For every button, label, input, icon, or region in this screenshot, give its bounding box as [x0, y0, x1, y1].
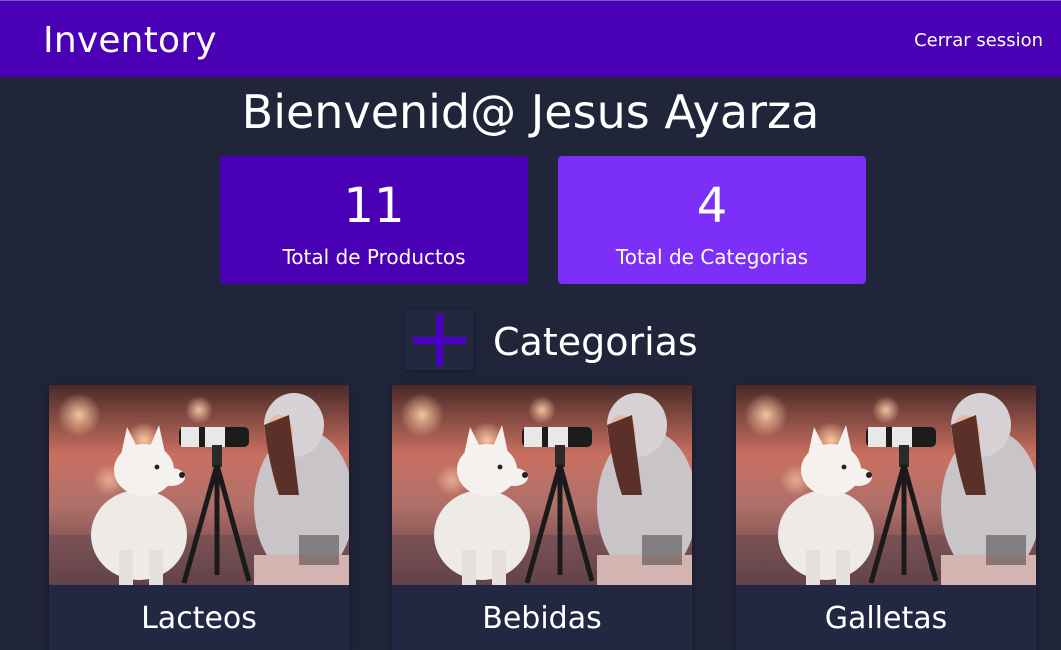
category-image — [49, 385, 349, 585]
total-categories-label: Total de Categorias — [615, 245, 809, 269]
category-card-galletas[interactable]: Galletas — [736, 385, 1036, 650]
categories-section-title: Categorias — [493, 320, 698, 364]
total-products-value: 11 — [343, 178, 405, 234]
category-card-bebidas[interactable]: Bebidas — [392, 385, 692, 650]
total-categories-value: 4 — [696, 178, 728, 234]
category-image — [392, 385, 692, 585]
add-category-button[interactable] — [405, 310, 473, 370]
category-name: Lacteos — [141, 601, 257, 636]
app-title[interactable]: Inventory — [43, 17, 217, 65]
plus-icon — [413, 314, 466, 366]
logout-link[interactable]: Cerrar session — [914, 29, 1043, 53]
category-card-lacteos[interactable]: Lacteos — [49, 385, 349, 650]
total-products-card: 11 Total de Productos — [220, 156, 528, 284]
total-categories-card: 4 Total de Categorias — [558, 156, 866, 284]
welcome-heading: Bienvenid@ Jesus Ayarza — [241, 85, 820, 139]
top-navbar: Inventory Cerrar session — [0, 0, 1061, 77]
category-name: Bebidas — [482, 601, 602, 636]
category-name: Galletas — [824, 601, 948, 636]
category-image — [736, 385, 1036, 585]
total-products-label: Total de Productos — [282, 245, 466, 269]
